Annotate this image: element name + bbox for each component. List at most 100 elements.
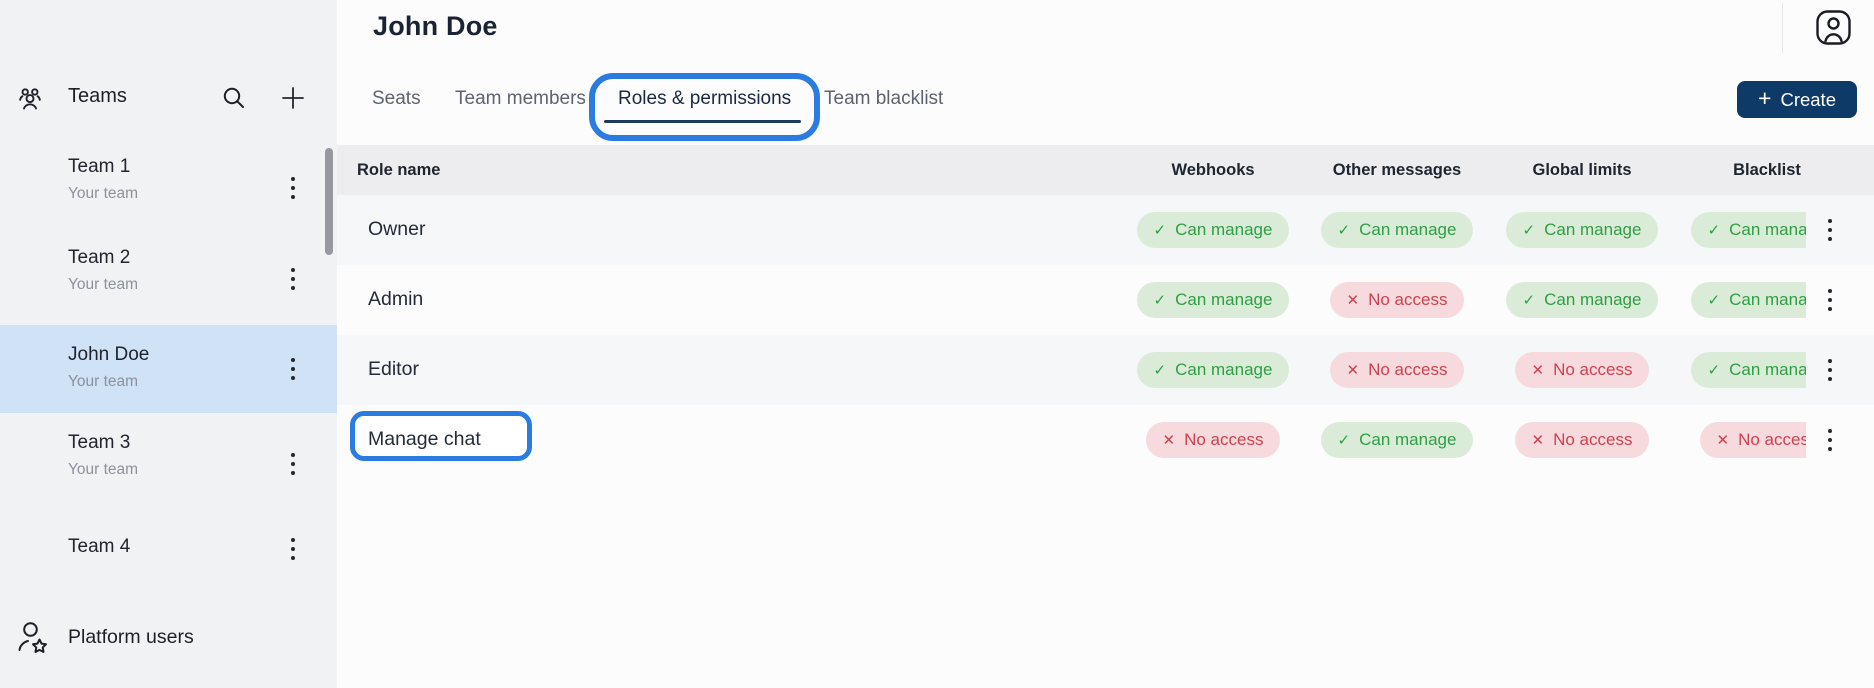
teams-group-icon (16, 85, 44, 113)
sidebar-title: Teams (68, 85, 127, 108)
status-badge: ✕No access (1146, 422, 1281, 458)
account-avatar-icon[interactable] (1815, 9, 1852, 46)
global-limits-cell: ✕No access (1487, 352, 1677, 388)
status-badge: ✓Can manage (1691, 352, 1806, 388)
sidebar-item-team-2[interactable]: Team 2 Your team (0, 247, 337, 311)
team-subtitle: Your team (68, 461, 138, 479)
row-menu-icon[interactable] (1824, 429, 1836, 451)
team-subtitle: Your team (68, 373, 138, 391)
webhooks-cell: ✕No access (1118, 422, 1308, 458)
check-icon: ✓ (1708, 221, 1721, 239)
sidebar-item-platform-users[interactable]: Platform users (0, 614, 337, 666)
team-menu-icon[interactable] (287, 177, 299, 199)
sidebar-header: Teams (0, 82, 337, 118)
status-badge: ✓Can manage (1691, 282, 1806, 318)
cross-icon: ✕ (1163, 431, 1176, 449)
cross-icon: ✕ (1347, 291, 1360, 309)
status-badge: ✓Can manage (1506, 212, 1659, 248)
main-panel: John Doe Seats Team members Roles & perm… (337, 0, 1874, 688)
check-icon: ✓ (1708, 291, 1721, 309)
row-menu-icon[interactable] (1824, 359, 1836, 381)
row-content: ✕No access ✓Can manage ✕No access ✕No ac… (337, 405, 1806, 475)
check-icon: ✓ (1338, 431, 1351, 449)
column-other-messages: Other messages (1302, 161, 1492, 180)
table-row-manage-chat: ✕No access ✓Can manage ✕No access ✕No ac… (337, 405, 1874, 475)
tab-team-members[interactable]: Team members (455, 88, 586, 110)
status-badge: ✕No access (1330, 282, 1465, 318)
column-webhooks: Webhooks (1118, 161, 1308, 180)
table-header: Role name Webhooks Other messages Global… (337, 145, 1874, 195)
status-badge: ✕No access (1700, 422, 1806, 458)
check-icon: ✓ (1154, 361, 1167, 379)
cross-icon: ✕ (1347, 361, 1360, 379)
status-badge: ✕No access (1515, 422, 1650, 458)
check-icon: ✓ (1523, 221, 1536, 239)
table-row-editor: Editor ✓Can manage ✕No access ✕No access… (337, 335, 1874, 405)
column-global-limits: Global limits (1487, 161, 1677, 180)
tab-team-blacklist[interactable]: Team blacklist (824, 88, 943, 110)
row-content: Editor ✓Can manage ✕No access ✕No access… (337, 335, 1806, 405)
search-icon[interactable] (220, 84, 248, 112)
team-name: Team 3 (68, 432, 130, 454)
status-badge: ✓Can manage (1137, 352, 1290, 388)
check-icon: ✓ (1708, 361, 1721, 379)
page-title: John Doe (373, 11, 498, 42)
webhooks-cell: ✓Can manage (1118, 282, 1308, 318)
status-badge: ✕No access (1515, 352, 1650, 388)
global-limits-cell: ✓Can manage (1487, 212, 1677, 248)
other-messages-cell: ✓Can manage (1302, 212, 1492, 248)
status-badge: ✕No access (1330, 352, 1465, 388)
column-blacklist: Blacklist (1672, 161, 1862, 180)
sidebar-scrollbar[interactable] (325, 148, 333, 255)
cross-icon: ✕ (1532, 431, 1545, 449)
webhooks-cell: ✓Can manage (1118, 352, 1308, 388)
role-name: Editor (368, 358, 419, 381)
role-name: Manage chat (368, 428, 481, 451)
status-badge: ✓Can manage (1137, 282, 1290, 318)
blacklist-cell: ✓Can manage (1672, 212, 1806, 248)
check-icon: ✓ (1154, 221, 1167, 239)
other-messages-cell: ✓Can manage (1302, 422, 1492, 458)
blacklist-cell: ✓Can manage (1672, 282, 1806, 318)
table-row-admin: Admin ✓Can manage ✕No access ✓Can manage… (337, 265, 1874, 335)
other-messages-cell: ✕No access (1302, 352, 1492, 388)
team-name: Team 1 (68, 156, 130, 178)
check-icon: ✓ (1154, 291, 1167, 309)
team-subtitle: Your team (68, 276, 138, 294)
plus-icon: + (1758, 87, 1771, 110)
team-name: Team 2 (68, 247, 130, 269)
sidebar-item-team-3[interactable]: Team 3 Your team (0, 432, 337, 496)
platform-users-label: Platform users (68, 626, 194, 649)
active-tab-underline (604, 120, 801, 123)
blacklist-cell: ✕No access (1672, 422, 1806, 458)
row-menu-icon[interactable] (1824, 289, 1836, 311)
team-name: John Doe (68, 344, 149, 366)
team-menu-icon[interactable] (287, 453, 299, 475)
status-badge: ✓Can manage (1321, 422, 1474, 458)
platform-users-icon (17, 620, 48, 656)
sidebar-item-team-1[interactable]: Team 1 Your team (0, 156, 337, 220)
sidebar-item-team-4[interactable]: Team 4 (0, 536, 337, 572)
add-team-icon[interactable] (279, 84, 307, 112)
tab-roles-permissions[interactable]: Roles & permissions (618, 88, 791, 110)
webhooks-cell: ✓Can manage (1118, 212, 1308, 248)
sidebar-item-john-doe[interactable]: John Doe Your team (0, 325, 337, 413)
row-menu-icon[interactable] (1824, 219, 1836, 241)
role-name: Owner (368, 218, 425, 241)
other-messages-cell: ✕No access (1302, 282, 1492, 318)
team-menu-icon[interactable] (287, 358, 299, 380)
blacklist-cell: ✓Can manage (1672, 352, 1806, 388)
app-window: Teams Team 1 Your team Team 2 (0, 0, 1874, 688)
tab-seats[interactable]: Seats (372, 88, 421, 110)
status-badge: ✓Can manage (1506, 282, 1659, 318)
row-content: Owner ✓Can manage ✓Can manage ✓Can manag… (337, 195, 1806, 265)
table-row-owner: Owner ✓Can manage ✓Can manage ✓Can manag… (337, 195, 1874, 265)
cross-icon: ✕ (1717, 431, 1730, 449)
team-menu-icon[interactable] (287, 538, 299, 560)
cross-icon: ✕ (1532, 361, 1545, 379)
status-badge: ✓Can manage (1691, 212, 1806, 248)
team-menu-icon[interactable] (287, 268, 299, 290)
create-button[interactable]: + Create (1737, 81, 1857, 118)
column-role-name: Role name (357, 161, 440, 180)
role-name: Admin (368, 288, 423, 311)
